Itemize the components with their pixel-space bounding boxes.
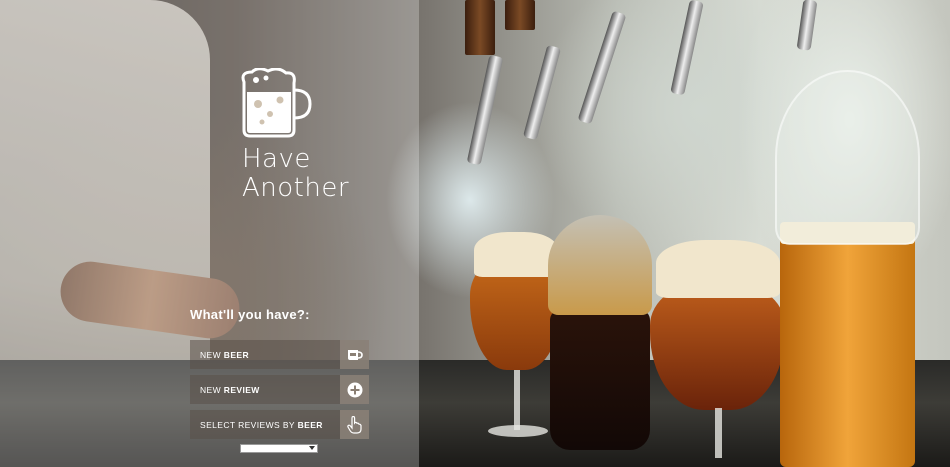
stout-glass [548, 215, 654, 460]
tap-handle [505, 0, 535, 30]
beer-tap [670, 0, 704, 96]
beer-label-icon [340, 340, 369, 369]
beer-tap [577, 10, 627, 125]
beer-tap [466, 54, 504, 166]
tap-handle [465, 0, 495, 55]
brand-name: Have Another [242, 145, 349, 203]
select-reviews-label: Select Reviews by Beer [200, 420, 323, 430]
new-review-label: New Review [200, 385, 260, 395]
new-beer-label: New Beer [200, 350, 250, 360]
amber-beer-glass [650, 240, 788, 465]
new-beer-button[interactable]: New Beer [190, 340, 369, 369]
logo[interactable] [238, 68, 388, 140]
plus-circle-icon [340, 375, 369, 404]
pointing-hand-icon [340, 410, 369, 439]
chevron-down-icon [309, 446, 315, 450]
brand-line-1: Have [242, 144, 311, 174]
brand-line-2: Another [242, 173, 350, 203]
new-review-button[interactable]: New Review [190, 375, 369, 404]
lager-glass [775, 70, 920, 467]
select-reviews-by-beer-button[interactable]: Select Reviews by Beer [190, 410, 369, 439]
beer-tap [522, 44, 562, 141]
beer-mug-icon [241, 68, 312, 138]
beer-tap [796, 0, 818, 51]
beer-select-dropdown[interactable] [240, 444, 318, 453]
menu-prompt: What'll you have?: [190, 307, 310, 322]
